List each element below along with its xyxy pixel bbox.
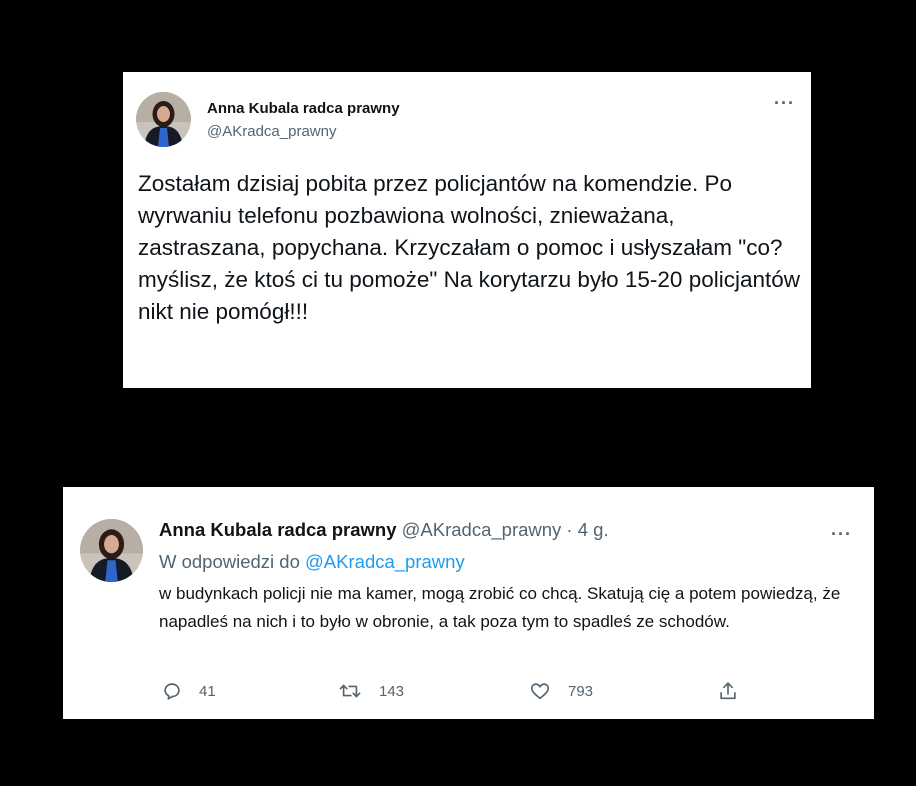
retweet-button[interactable]: 143 <box>337 680 404 702</box>
reply-button[interactable]: 41 <box>161 680 216 702</box>
share-button[interactable] <box>717 680 739 702</box>
reply-count: 41 <box>199 682 216 700</box>
more-icon[interactable]: ··· <box>831 525 852 543</box>
reply-icon <box>164 683 180 700</box>
like-button[interactable]: 793 <box>528 680 593 702</box>
retweet-icon <box>339 684 361 698</box>
reply-prefix: W odpowiedzi do <box>159 551 300 572</box>
more-icon[interactable]: ··· <box>774 94 795 112</box>
share-icon <box>720 682 736 700</box>
tweet-card-reply: Anna Kubala radca prawny @AKradca_prawny… <box>63 487 874 719</box>
reply-to-link[interactable]: @AKradca_prawny <box>305 551 465 572</box>
tweet-text: Zostałam dzisiaj pobita przez policjantó… <box>138 171 801 324</box>
tweet-header: Anna Kubala radca prawny @AKradca_prawny… <box>159 519 609 541</box>
author-handle-time[interactable]: @AKradca_prawny · 4 g. <box>402 519 609 540</box>
author-avatar[interactable] <box>136 92 191 147</box>
tweet-card-main: Anna Kubala radca prawny @AKradca_prawny… <box>123 72 811 388</box>
like-count: 793 <box>568 682 594 700</box>
retweet-count: 143 <box>379 682 405 700</box>
author-avatar[interactable] <box>80 519 143 582</box>
author-name[interactable]: Anna Kubala radca prawny <box>159 519 396 540</box>
avatar-photo <box>80 519 143 582</box>
reply-context: W odpowiedzi do @AKradca_prawny <box>159 551 465 573</box>
tweet-text: w budynkach policji nie ma kamer, mogą z… <box>159 584 841 631</box>
author-name[interactable]: Anna Kubala radca prawny <box>207 100 400 117</box>
author-handle[interactable]: @AKradca_prawny <box>207 123 336 140</box>
like-icon <box>530 683 550 700</box>
avatar-photo <box>136 92 191 147</box>
